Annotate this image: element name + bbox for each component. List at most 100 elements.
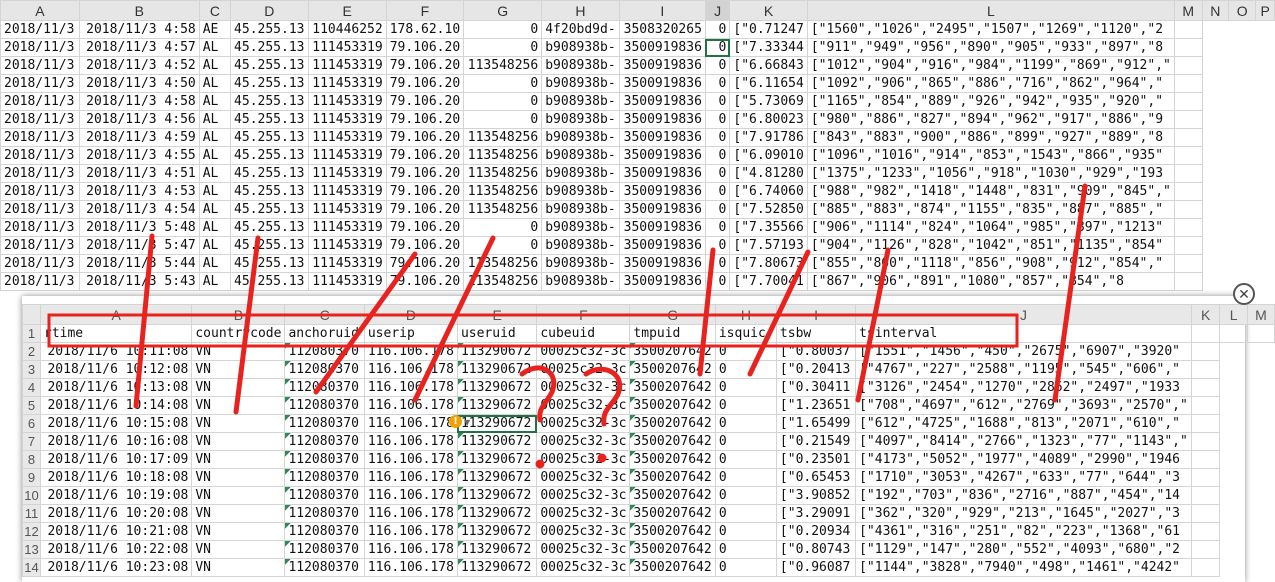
cell[interactable]: 3500919836 [618, 92, 706, 111]
cell[interactable]: 2018/11/3 [0, 218, 80, 237]
cell[interactable]: ["0.65453 [775, 468, 857, 487]
cell[interactable]: ["906","1114","824","1064","985","897","… [806, 218, 1175, 237]
cell[interactable]: 0 [704, 128, 731, 147]
cell[interactable]: b908938b- [541, 164, 620, 183]
cell[interactable]: 79.106.20 [385, 254, 465, 273]
cell[interactable]: 111453319 [307, 146, 387, 165]
column-header-h[interactable]: H [541, 0, 620, 21]
cell[interactable]: AE [198, 20, 232, 39]
cell[interactable]: 00025c32-3c [536, 378, 631, 397]
column-header-d[interactable]: D [363, 304, 458, 325]
cell[interactable]: 0 [714, 396, 777, 415]
cell[interactable]: 112080370 [284, 414, 365, 433]
cell[interactable]: 2018/11/3 4:59 [78, 128, 200, 147]
field-header[interactable]: tsbw [775, 324, 857, 343]
cell[interactable]: 3500207642 [629, 378, 716, 397]
cell[interactable]: ["4767","227","2588","1195","545","606",… [855, 360, 1192, 379]
cell[interactable]: 116.106.178 [363, 504, 458, 523]
cell[interactable]: AL [198, 38, 232, 57]
cell[interactable]: 0 [704, 92, 731, 111]
cell[interactable]: b908938b- [541, 254, 620, 273]
cell[interactable]: b908938b- [541, 146, 620, 165]
cell[interactable]: 2018/11/3 4:58 [78, 92, 200, 111]
cell[interactable]: 116.106.178 [363, 558, 458, 577]
cell[interactable]: 45.255.13 [230, 164, 309, 183]
cell[interactable]: 2018/11/3 [0, 272, 80, 291]
cell[interactable]: 79.106.20 [385, 146, 465, 165]
cell[interactable]: ["0.23501 [775, 450, 857, 469]
cell[interactable] [1173, 74, 1203, 93]
cell[interactable]: 116.106.178 [363, 486, 458, 505]
cell[interactable]: 45.255.13 [230, 236, 309, 255]
cell[interactable]: 0 [714, 360, 777, 379]
cell[interactable]: 2018/11/6 10:13:08 [39, 378, 193, 397]
cell[interactable]: 79.106.20 [385, 182, 465, 201]
column-header-i[interactable]: I [618, 0, 706, 21]
cell[interactable]: 111453319 [307, 164, 387, 183]
cell[interactable]: 2018/11/3 [0, 110, 80, 129]
cell[interactable]: ["1710","3053","4267","633","77","644","… [855, 468, 1192, 487]
cell[interactable]: 00025c32-3c [536, 486, 631, 505]
cell[interactable]: ["3.29091 [775, 504, 857, 523]
cell[interactable]: 112080370 [284, 468, 365, 487]
cell[interactable]: ["980","886","827","894","962","917","88… [806, 110, 1175, 129]
cell[interactable]: 113290672 [456, 522, 538, 541]
cell[interactable]: ["1012","904","916","984","1199","869","… [806, 56, 1175, 75]
column-header-g[interactable]: G [463, 0, 543, 21]
cell[interactable]: 2018/11/3 [0, 56, 80, 75]
cell[interactable]: 0 [714, 414, 777, 433]
cell[interactable]: ["7.33344 [729, 38, 808, 57]
cell[interactable]: 45.255.13 [230, 20, 309, 39]
cell[interactable]: 79.106.20 [385, 110, 465, 129]
cell[interactable]: 2018/11/3 4:52 [78, 56, 200, 75]
cell[interactable]: 113290672 [456, 396, 538, 415]
cell[interactable]: ["1375","1233","1056","918","1030","929"… [806, 164, 1175, 183]
field-header[interactable]: anchoruid [284, 324, 365, 343]
cell[interactable]: 3500919836 [618, 218, 706, 237]
row-header[interactable]: 7 [22, 432, 41, 451]
cell[interactable]: 112080370 [284, 504, 365, 523]
cell[interactable]: ["6.11654 [729, 74, 808, 93]
cell[interactable]: 0 [704, 20, 731, 39]
cell[interactable]: 3500919836 [618, 182, 706, 201]
cell[interactable] [1173, 200, 1203, 219]
field-header[interactable]: userip [363, 324, 458, 343]
cell[interactable]: 2018/11/3 4:53 [78, 182, 200, 201]
cell[interactable]: VN [191, 396, 286, 415]
cell[interactable]: 3500207642 [629, 342, 716, 361]
cell[interactable] [1173, 182, 1203, 201]
cell[interactable]: ["4097","8414","2766","1323","77","1143"… [855, 432, 1192, 451]
cell[interactable]: ["885","883","874","1155","835","887","8… [806, 200, 1175, 219]
cell[interactable]: 0 [714, 342, 777, 361]
cell[interactable] [1173, 254, 1203, 273]
cell[interactable]: 2018/11/3 4:51 [78, 164, 200, 183]
cell[interactable] [1173, 146, 1203, 165]
cell[interactable]: 2018/11/3 [0, 92, 80, 111]
cell[interactable]: ["3126","2454","1270","2862","2497","193… [855, 378, 1192, 397]
cell[interactable] [1190, 342, 1221, 361]
column-header-m[interactable]: M [1246, 304, 1275, 325]
cell[interactable]: b908938b- [541, 110, 620, 129]
cell[interactable]: 79.106.20 [385, 272, 465, 291]
cell[interactable]: 113548256 [463, 56, 543, 75]
cell[interactable]: AL [198, 74, 232, 93]
column-header-l[interactable]: L [806, 0, 1175, 21]
cell[interactable]: 3500207642 [629, 540, 716, 559]
cell[interactable]: b908938b- [541, 56, 620, 75]
cell[interactable]: ["988","982","1418","1448","831","909","… [806, 182, 1175, 201]
cell[interactable]: 116.106.178 [363, 432, 458, 451]
cell[interactable]: VN [191, 486, 286, 505]
cell[interactable]: 116.106.178 [363, 522, 458, 541]
row-header[interactable]: 3 [22, 360, 41, 379]
cell[interactable]: VN [191, 342, 286, 361]
column-header-a[interactable]: A [39, 304, 193, 325]
cell[interactable]: 116.106.178 [363, 396, 458, 415]
cell[interactable]: 112080370 [284, 342, 365, 361]
cell[interactable] [1173, 20, 1203, 39]
cell[interactable]: AL [198, 272, 232, 291]
cell[interactable]: 2018/11/3 [0, 74, 80, 93]
cell[interactable]: 111453319 [307, 128, 387, 147]
cell[interactable] [1173, 218, 1203, 237]
cell[interactable]: 111453319 [307, 38, 387, 57]
cell[interactable]: 00025c32-3c [536, 342, 631, 361]
